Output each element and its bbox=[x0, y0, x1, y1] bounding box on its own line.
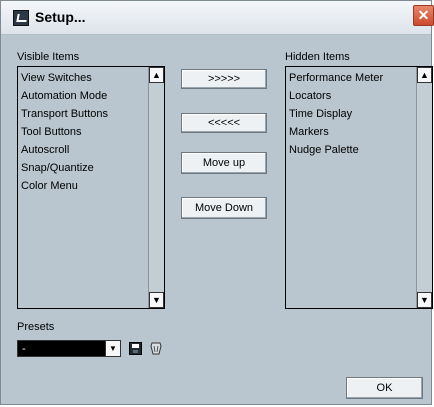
visible-list-item[interactable]: View Switches bbox=[21, 69, 108, 87]
move-up-button[interactable]: Move up bbox=[181, 152, 267, 174]
hidden-items-scrollbar[interactable]: ▲ ▼ bbox=[416, 67, 432, 308]
move-to-visible-button[interactable]: <<<<< bbox=[181, 113, 267, 133]
setup-dialog: Setup... ✕ Visible Items View Switches Au… bbox=[0, 0, 434, 405]
move-to-hidden-button[interactable]: >>>>> bbox=[181, 69, 267, 89]
hidden-list-item[interactable]: Time Display bbox=[289, 105, 383, 123]
scroll-down-button[interactable]: ▼ bbox=[417, 292, 432, 308]
hidden-list-item[interactable]: Markers bbox=[289, 123, 383, 141]
window-title: Setup... bbox=[35, 9, 86, 25]
visible-items-label: Visible Items bbox=[17, 51, 80, 63]
delete-icon[interactable] bbox=[149, 341, 163, 356]
scroll-down-button[interactable]: ▼ bbox=[149, 292, 164, 308]
visible-list-item[interactable]: Snap/Quantize bbox=[21, 159, 108, 177]
visible-items-container: View Switches Automation Mode Transport Bu… bbox=[21, 69, 108, 195]
visible-items-list[interactable]: View Switches Automation Mode Transport Bu… bbox=[17, 66, 165, 309]
visible-items-scrollbar[interactable]: ▲ ▼ bbox=[148, 67, 164, 308]
hidden-list-item[interactable]: Nudge Palette bbox=[289, 141, 383, 159]
chevron-down-icon[interactable]: ▼ bbox=[105, 341, 120, 356]
scroll-up-button[interactable]: ▲ bbox=[417, 67, 432, 83]
presets-label: Presets bbox=[17, 321, 55, 333]
hidden-items-label: Hidden Items bbox=[285, 51, 350, 63]
hidden-items-list[interactable]: Performance Meter Locators Time Display Mar… bbox=[285, 66, 433, 309]
move-down-button[interactable]: Move Down bbox=[181, 197, 267, 219]
visible-list-item[interactable]: Automation Mode bbox=[21, 87, 108, 105]
close-button[interactable]: ✕ bbox=[413, 5, 434, 26]
ok-button[interactable]: OK bbox=[346, 377, 423, 399]
hidden-list-item[interactable]: Locators bbox=[289, 87, 383, 105]
visible-list-item[interactable]: Autoscroll bbox=[21, 141, 108, 159]
visible-list-item[interactable]: Color Menu bbox=[21, 177, 108, 195]
hidden-list-item[interactable]: Performance Meter bbox=[289, 69, 383, 87]
app-icon bbox=[13, 10, 29, 26]
presets-select[interactable]: - ▼ bbox=[17, 340, 121, 357]
hidden-items-container: Performance Meter Locators Time Display Mar… bbox=[289, 69, 383, 159]
presets-selected-value: - bbox=[22, 343, 26, 355]
title-bar[interactable]: Setup... ✕ bbox=[1, 1, 434, 35]
visible-list-item[interactable]: Transport Buttons bbox=[21, 105, 108, 123]
visible-list-item[interactable]: Tool Buttons bbox=[21, 123, 108, 141]
save-icon[interactable] bbox=[129, 342, 142, 355]
scroll-up-button[interactable]: ▲ bbox=[149, 67, 164, 83]
